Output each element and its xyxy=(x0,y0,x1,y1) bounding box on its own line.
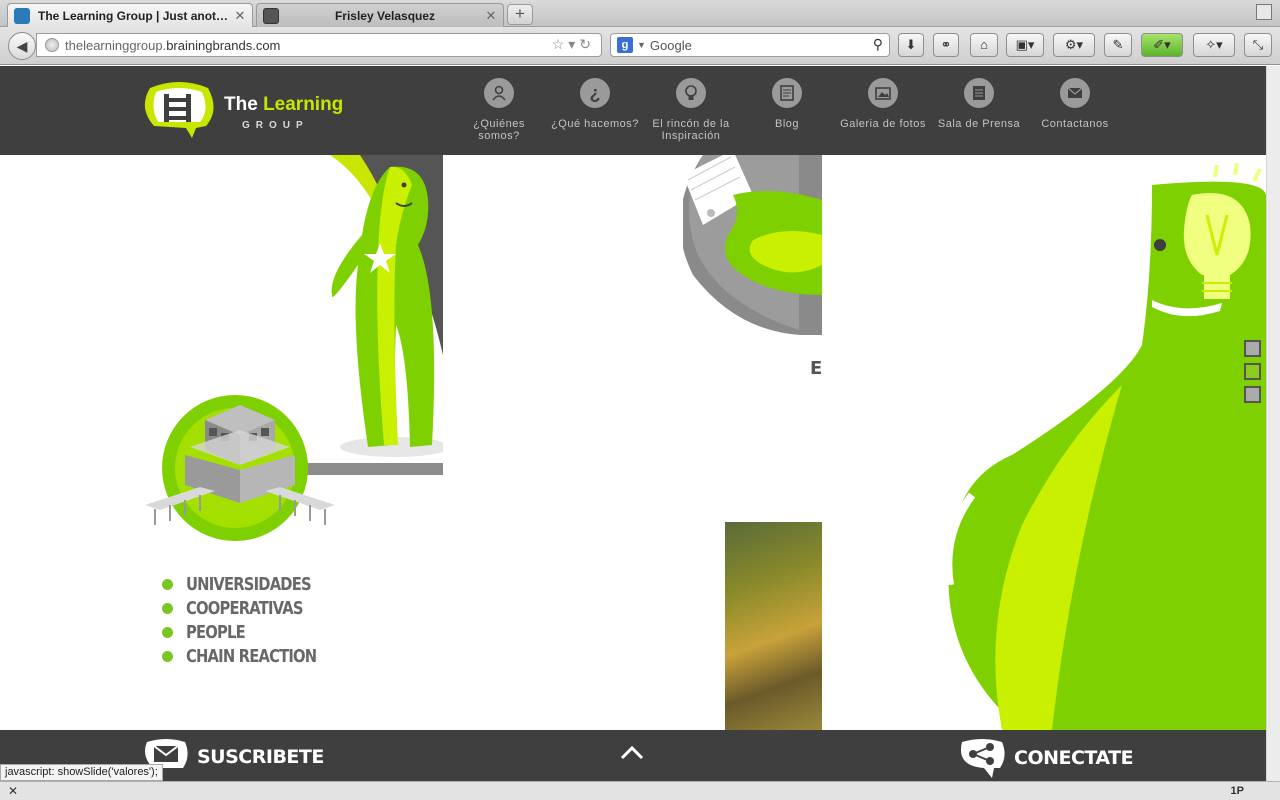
site-header: The Learning GROUP ¿Quiénes somos? ¿ ¿Qu… xyxy=(0,66,1266,155)
bullet-icon xyxy=(162,626,173,638)
subscribe-link[interactable]: SUSCRIBETE xyxy=(143,738,324,776)
wordpress-icon xyxy=(14,8,30,24)
close-addon-bar-icon[interactable]: ✕ xyxy=(8,784,18,798)
logo-ladder-icon xyxy=(144,82,214,138)
page-icon xyxy=(263,7,279,24)
list-item[interactable]: PEOPLE xyxy=(162,620,345,644)
tools-button[interactable]: ✎ xyxy=(1104,33,1132,57)
status-link-tooltip: javascript: showSlide('valores'); xyxy=(0,764,163,781)
navigation-bar: ◀ thelearninggroup.brainingbrands.com ☆▾… xyxy=(0,27,1280,65)
globe-icon xyxy=(45,38,59,52)
tab-title: The Learning Group | Just anot… xyxy=(38,9,229,23)
menu-contactanos[interactable]: Contactanos xyxy=(1030,78,1120,130)
chevron-up-icon[interactable] xyxy=(618,744,646,760)
tab-frisley[interactable]: Frisley Velasquez ✕ xyxy=(256,3,504,27)
site-footer: SUSCRIBETE CONECTATE xyxy=(0,730,1266,781)
slide-dot-3[interactable] xyxy=(1244,386,1261,403)
menu-label: Galeria de fotos xyxy=(840,118,926,130)
address-bar[interactable]: thelearninggroup.brainingbrands.com ☆▾↻ xyxy=(36,33,602,57)
page-scrollbar[interactable] xyxy=(1266,66,1280,781)
menu-label: Blog xyxy=(774,118,800,130)
tab-title: Frisley Velasquez xyxy=(334,8,436,23)
document-icon xyxy=(772,78,802,108)
menu-sala-prensa[interactable]: Sala de Prensa xyxy=(934,78,1024,130)
slide-navigation xyxy=(1244,340,1261,409)
building-icon xyxy=(145,395,335,541)
menu-label: ¿Quiénes somos? xyxy=(473,118,525,142)
menu-blog[interactable]: Blog xyxy=(742,78,832,130)
list-item[interactable]: UNIVERSIDADES xyxy=(162,572,345,596)
newspaper-icon xyxy=(964,78,994,108)
close-tab-icon[interactable]: ✕ xyxy=(483,8,499,24)
user-icon xyxy=(484,78,514,108)
connect-label: CONECTATE xyxy=(1014,747,1134,769)
question-icon: ¿ xyxy=(580,78,610,108)
extension-button[interactable]: ✧▾ xyxy=(1193,33,1235,57)
connect-link[interactable]: CONECTATE xyxy=(958,738,1134,778)
menu-rincon-inspiracion[interactable]: El rincón de la Inspiración xyxy=(646,78,736,142)
menu-quienes-somos[interactable]: ¿Quiénes somos? xyxy=(454,78,544,142)
tab-bar: The Learning Group | Just anot… ✕ Frisle… xyxy=(0,0,1280,28)
sync-button[interactable]: ⚭ xyxy=(933,33,959,57)
addon-badge[interactable]: 1P xyxy=(1231,785,1244,797)
brand-sub: GROUP xyxy=(242,120,309,131)
engine-dropdown-icon[interactable]: ▼ xyxy=(637,40,646,50)
partial-heading: E xyxy=(810,358,823,379)
status-bar: ✕ 1P xyxy=(0,781,1280,800)
photo-image xyxy=(725,522,822,730)
close-tab-icon[interactable]: ✕ xyxy=(232,8,248,24)
bookmark-star-icon[interactable]: ☆▾↻ xyxy=(552,36,595,53)
tab-learning-group[interactable]: The Learning Group | Just anot… ✕ xyxy=(7,3,253,28)
window-menu-icon[interactable] xyxy=(1256,4,1272,20)
brand-name: The Learning xyxy=(224,94,344,115)
search-bar[interactable]: g ▼ Google ⚲ xyxy=(610,33,890,57)
bookmarks-button[interactable]: ▣▾ xyxy=(1006,33,1044,57)
bullet-icon xyxy=(162,602,173,614)
menu-label: ¿Qué hacemos? xyxy=(551,118,639,130)
search-icon[interactable]: ⚲ xyxy=(873,36,883,53)
url-text: thelearninggroup.brainingbrands.com xyxy=(65,37,281,53)
menu-label: Contactanos xyxy=(1041,118,1109,130)
site-logo[interactable]: The Learning GROUP xyxy=(142,80,362,142)
download-button[interactable]: ⬇ xyxy=(898,33,924,57)
new-tab-button[interactable]: + xyxy=(507,4,533,25)
search-placeholder: Google xyxy=(649,37,692,53)
photo-icon xyxy=(868,78,898,108)
slide-dot-1[interactable] xyxy=(1244,340,1261,357)
envelope-icon xyxy=(1060,78,1090,108)
bullet-icon xyxy=(162,578,173,590)
subscribe-label: SUSCRIBETE xyxy=(197,746,324,768)
lightbulb-character-illustration xyxy=(822,155,1266,730)
menu-label: El rincón de la Inspiración xyxy=(652,118,730,142)
hero-scene: UNIVERSIDADES COOPERATIVAS PEOPLE CHAIN … xyxy=(0,155,1266,730)
bullet-icon xyxy=(162,650,173,662)
slide-dot-2[interactable] xyxy=(1244,363,1261,380)
list-item[interactable]: CHAIN REACTION xyxy=(162,644,345,668)
handshake-illustration xyxy=(683,155,822,335)
menu-que-hacemos[interactable]: ¿ ¿Qué hacemos? xyxy=(550,78,640,130)
color-picker-button[interactable]: ✐▾ xyxy=(1141,33,1183,57)
back-button[interactable]: ◀ xyxy=(8,32,36,60)
list-item[interactable]: COOPERATIVAS xyxy=(162,596,345,620)
client-list: UNIVERSIDADES COOPERATIVAS PEOPLE CHAIN … xyxy=(162,572,345,668)
settings-button[interactable]: ⚙▾ xyxy=(1053,33,1095,57)
home-button[interactable]: ⌂ xyxy=(970,33,998,57)
lightbulb-icon xyxy=(676,78,706,108)
google-icon[interactable]: g xyxy=(617,37,633,53)
fullscreen-button[interactable]: ⤡ xyxy=(1244,33,1272,57)
share-bubble-icon xyxy=(960,739,1005,778)
menu-label: Sala de Prensa xyxy=(937,118,1021,130)
menu-galeria-fotos[interactable]: Galeria de fotos xyxy=(838,78,928,130)
